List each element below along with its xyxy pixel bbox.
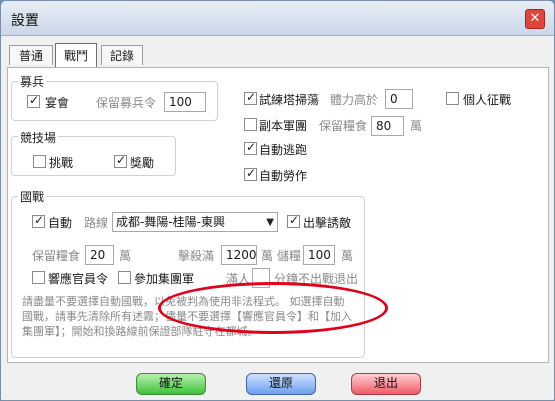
storage-label: 儲糧 <box>277 249 302 263</box>
keep-grain-label: 保留糧食 <box>319 119 368 133</box>
window-title: 設置 <box>11 13 39 29</box>
national-war-auto-label: 自動 <box>48 216 73 230</box>
route-select[interactable]: 成都-舞陽-桂陽-東興 ▼ <box>112 212 278 232</box>
banquet-label: 宴會 <box>45 96 70 110</box>
restore-button[interactable]: 還原 <box>246 373 316 395</box>
route-label: 路線 <box>84 216 109 230</box>
close-button[interactable]: ✕ <box>525 9 545 29</box>
trial-tower-checkbox[interactable] <box>244 90 257 105</box>
attack-enemy-label: 出擊誘敵 <box>303 216 352 230</box>
auto-escape-label: 自動逃跑 <box>259 143 308 157</box>
nw-keep-grain-unit: 萬 <box>119 249 132 263</box>
highlight-ellipse <box>158 282 388 334</box>
storage-unit: 萬 <box>341 249 354 263</box>
dungeon-army-checkbox[interactable] <box>244 118 257 131</box>
nw-keep-grain-label: 保留糧食 <box>32 249 81 263</box>
recruit-group-title: 募兵 <box>18 73 47 90</box>
dungeon-army-label: 副本軍團 <box>259 119 308 133</box>
title-bar: 設置 ✕ <box>1 1 554 36</box>
join-army-label: 參加集團軍 <box>134 272 195 286</box>
route-select-value: 成都-舞陽-桂陽-東興 <box>116 215 225 229</box>
battle-tab-panel: 募兵 宴會 保留募兵令 100 競技場 挑戰 獎勵 試練塔掃蕩 體力高於 0 個… <box>7 67 549 363</box>
nw-keep-grain-input[interactable]: 20 <box>85 245 114 265</box>
response-order-label: 響應官員令 <box>48 272 109 286</box>
hp-above-label: 體力高於 <box>330 93 379 107</box>
keep-grain-input[interactable]: 80 <box>371 116 404 136</box>
settings-window: 設置 ✕ 普通 戰鬥 記錄 募兵 宴會 保留募兵令 100 競技場 挑戰 獎勵 … <box>0 0 555 401</box>
storage-input[interactable]: 100 <box>303 245 335 265</box>
reserve-recruit-input[interactable]: 100 <box>164 92 206 112</box>
challenge-label: 挑戰 <box>49 156 74 170</box>
personal-expedition-label: 個人征戰 <box>463 93 512 107</box>
tab-battle[interactable]: 戰鬥 <box>55 43 97 67</box>
national-war-auto-checkbox[interactable] <box>32 213 45 228</box>
kill-full-unit: 萬 <box>261 249 274 263</box>
exit-button[interactable]: 退出 <box>351 373 421 395</box>
kill-full-label: 擊殺滿 <box>178 249 215 263</box>
reserve-recruit-label: 保留募兵令 <box>96 96 157 110</box>
banquet-checkbox[interactable] <box>27 93 40 108</box>
auto-labor-checkbox[interactable] <box>244 166 257 181</box>
response-order-checkbox[interactable] <box>32 271 45 284</box>
keep-grain-unit: 萬 <box>410 119 423 133</box>
challenge-checkbox[interactable] <box>33 155 46 168</box>
reward-label: 獎勵 <box>130 156 155 170</box>
arena-group-title: 競技場 <box>18 129 59 146</box>
trial-tower-label: 試練塔掃蕩 <box>259 93 320 107</box>
national-war-group-title: 國戰 <box>18 188 47 205</box>
hp-above-input[interactable]: 0 <box>385 89 413 109</box>
chevron-down-icon: ▼ <box>266 217 274 228</box>
attack-enemy-checkbox[interactable] <box>287 213 300 228</box>
kill-full-input[interactable]: 1200 <box>221 245 257 265</box>
personal-expedition-checkbox[interactable] <box>446 92 459 105</box>
tab-general[interactable]: 普通 <box>9 45 53 65</box>
ok-button[interactable]: 確定 <box>136 373 206 395</box>
auto-labor-label: 自動勞作 <box>259 169 308 183</box>
tab-log[interactable]: 記錄 <box>101 45 143 65</box>
auto-escape-checkbox[interactable] <box>244 140 257 155</box>
join-army-checkbox[interactable] <box>118 271 131 284</box>
reward-checkbox[interactable] <box>114 153 127 168</box>
